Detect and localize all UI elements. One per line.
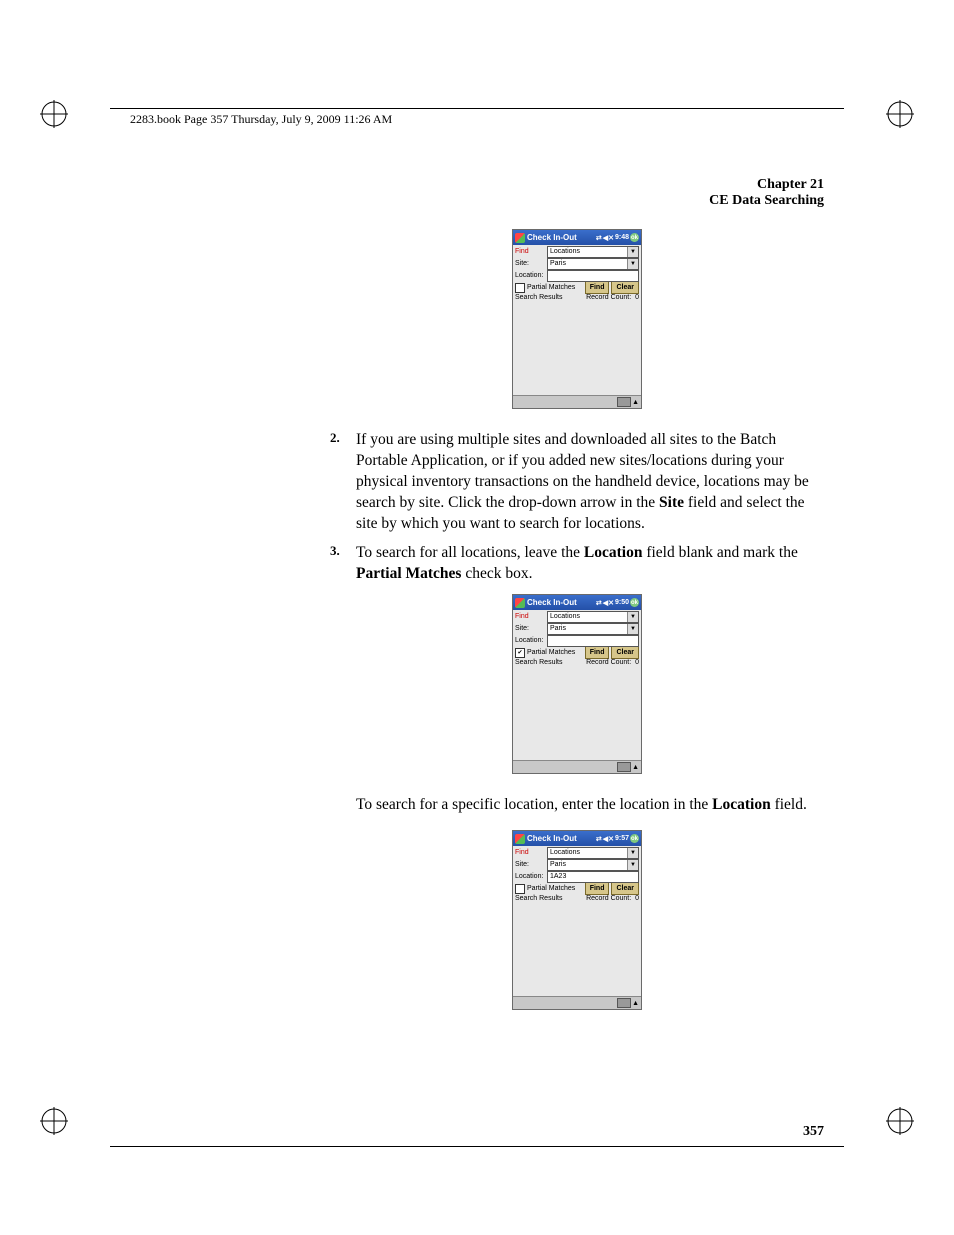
partial-matches-label: Partial Matches <box>527 284 575 291</box>
connectivity-icon: ⇄ <box>596 835 602 843</box>
record-count-value: 0 <box>635 659 639 666</box>
window-title: Check In-Out <box>527 598 577 607</box>
record-count-label: Record Count: <box>586 895 631 902</box>
site-label: Site: <box>515 861 547 868</box>
clock: 9:57 <box>615 835 629 842</box>
find-dropdown[interactable]: Locations▼ <box>547 611 639 623</box>
crop-mark-top-right <box>886 100 914 128</box>
mid-paragraph: To search for a specific location, enter… <box>356 795 824 816</box>
ok-button[interactable]: ok <box>630 233 639 242</box>
find-dropdown[interactable]: Locations▼ <box>547 246 639 258</box>
location-label: Location: <box>515 873 547 880</box>
find-label: Find <box>515 248 547 255</box>
site-label: Site: <box>515 260 547 267</box>
search-results-label: Search Results <box>515 659 586 666</box>
record-count-value: 0 <box>635 294 639 301</box>
ok-button[interactable]: ok <box>630 598 639 607</box>
bottom-crop-rule <box>110 1146 844 1147</box>
step-2-number: 2. <box>330 430 356 535</box>
find-button[interactable]: Find <box>585 281 610 294</box>
step-3-number: 3. <box>330 543 356 585</box>
location-input[interactable]: 1A23 <box>547 871 639 883</box>
location-label: Location: <box>515 272 547 279</box>
location-input[interactable] <box>547 635 639 647</box>
chapter-line-1: Chapter 21 <box>130 177 824 193</box>
crop-mark-bottom-right <box>886 1107 914 1135</box>
crop-mark-bottom-left <box>40 1107 68 1135</box>
record-count-label: Record Count: <box>586 659 631 666</box>
volume-icon: ◀✕ <box>603 835 614 843</box>
keyboard-icon[interactable] <box>617 998 631 1008</box>
chapter-line-2: CE Data Searching <box>130 193 824 209</box>
clear-button[interactable]: Clear <box>611 281 639 294</box>
partial-matches-label: Partial Matches <box>527 649 575 656</box>
book-header-line: 2283.book Page 357 Thursday, July 9, 200… <box>130 112 824 127</box>
ok-button[interactable]: ok <box>630 834 639 843</box>
windows-icon <box>515 233 525 243</box>
bottom-bar: ▲ <box>513 395 641 408</box>
windows-icon <box>515 834 525 844</box>
clock: 9:50 <box>615 599 629 606</box>
partial-matches-label: Partial Matches <box>527 885 575 892</box>
site-dropdown[interactable]: Paris▼ <box>547 623 639 635</box>
record-count-label: Record Count: <box>586 294 631 301</box>
page-number: 357 <box>803 1124 824 1140</box>
window-title-bar: Check In-Out ⇄ ◀✕ 9:57 ok <box>513 831 641 846</box>
window-title-bar: Check In-Out ⇄ ◀✕ 9:48 ok <box>513 230 641 245</box>
partial-matches-checkbox[interactable] <box>515 884 525 894</box>
site-dropdown[interactable]: Paris▼ <box>547 859 639 871</box>
crop-mark-top-left <box>40 100 68 128</box>
partial-matches-checkbox[interactable]: ✔ <box>515 648 525 658</box>
find-button[interactable]: Find <box>585 646 610 659</box>
find-button[interactable]: Find <box>585 882 610 895</box>
bottom-bar: ▲ <box>513 996 641 1009</box>
up-arrow-icon[interactable]: ▲ <box>632 399 639 406</box>
volume-icon: ◀✕ <box>603 599 614 607</box>
find-label: Find <box>515 849 547 856</box>
find-label: Find <box>515 613 547 620</box>
volume-icon: ◀✕ <box>603 234 614 242</box>
record-count-value: 0 <box>635 895 639 902</box>
screenshot-2: Check In-Out ⇄ ◀✕ 9:50 ok Find Locations… <box>512 594 642 774</box>
windows-icon <box>515 598 525 608</box>
connectivity-icon: ⇄ <box>596 599 602 607</box>
clock: 9:48 <box>615 234 629 241</box>
connectivity-icon: ⇄ <box>596 234 602 242</box>
step-2-text: If you are using multiple sites and down… <box>356 430 824 535</box>
site-dropdown[interactable]: Paris▼ <box>547 258 639 270</box>
screenshot-3: Check In-Out ⇄ ◀✕ 9:57 ok Find Locations… <box>512 830 642 1010</box>
top-crop-rule <box>110 108 844 109</box>
bottom-bar: ▲ <box>513 760 641 773</box>
clear-button[interactable]: Clear <box>611 646 639 659</box>
up-arrow-icon[interactable]: ▲ <box>632 764 639 771</box>
keyboard-icon[interactable] <box>617 397 631 407</box>
search-results-label: Search Results <box>515 294 586 301</box>
clear-button[interactable]: Clear <box>611 882 639 895</box>
window-title: Check In-Out <box>527 834 577 843</box>
keyboard-icon[interactable] <box>617 762 631 772</box>
partial-matches-checkbox[interactable] <box>515 283 525 293</box>
site-label: Site: <box>515 625 547 632</box>
find-dropdown[interactable]: Locations▼ <box>547 847 639 859</box>
step-3-text: To search for all locations, leave the L… <box>356 543 824 585</box>
chapter-header: Chapter 21 CE Data Searching <box>130 177 824 209</box>
location-input[interactable] <box>547 270 639 282</box>
up-arrow-icon[interactable]: ▲ <box>632 1000 639 1007</box>
window-title-bar: Check In-Out ⇄ ◀✕ 9:50 ok <box>513 595 641 610</box>
location-label: Location: <box>515 637 547 644</box>
window-title: Check In-Out <box>527 233 577 242</box>
search-results-label: Search Results <box>515 895 586 902</box>
screenshot-1: Check In-Out ⇄ ◀✕ 9:48 ok Find Locations… <box>512 229 642 409</box>
